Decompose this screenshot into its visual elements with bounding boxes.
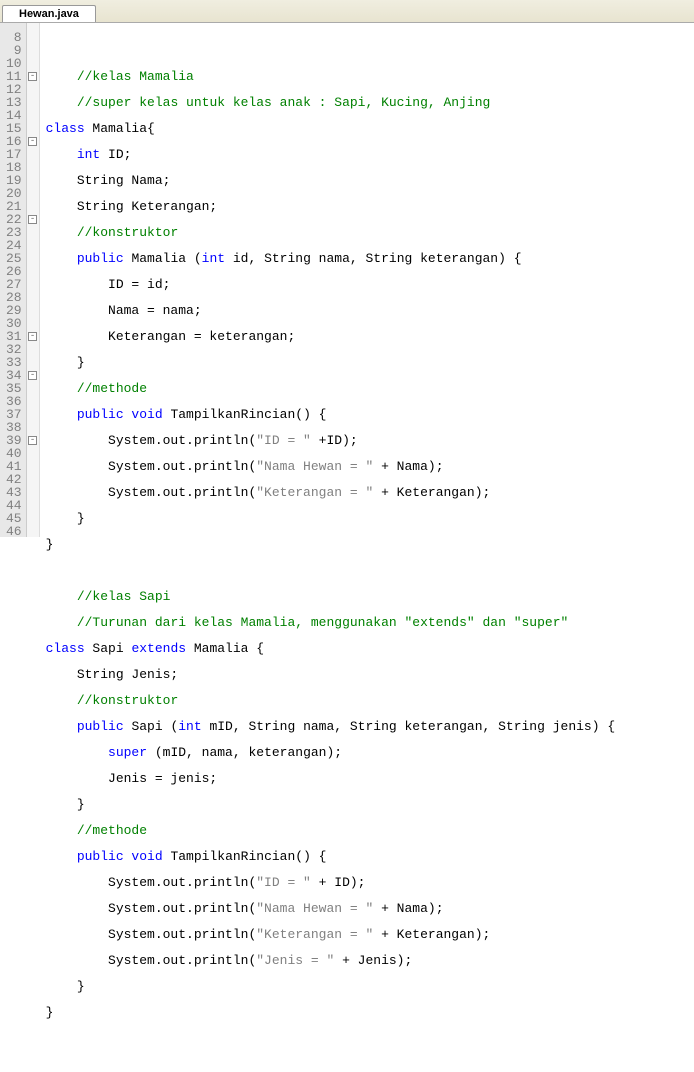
code-line: } bbox=[46, 356, 616, 369]
code-line bbox=[46, 564, 616, 577]
code-line: ID = id; bbox=[46, 278, 616, 291]
code-line: //Turunan dari kelas Mamalia, menggunaka… bbox=[46, 616, 616, 629]
fold-slot bbox=[27, 395, 39, 408]
fold-slot bbox=[27, 343, 39, 356]
code-line: super (mID, nama, keterangan); bbox=[46, 746, 616, 759]
tab-bar: Hewan.java bbox=[0, 0, 694, 23]
fold-slot bbox=[27, 278, 39, 291]
code-line: class Sapi extends Mamalia { bbox=[46, 642, 616, 655]
fold-slot bbox=[27, 486, 39, 499]
code-line: } bbox=[46, 1006, 616, 1019]
code-line: public void TampilkanRincian() { bbox=[46, 850, 616, 863]
code-line: public Sapi (int mID, String nama, Strin… bbox=[46, 720, 616, 733]
fold-slot bbox=[27, 265, 39, 278]
fold-slot bbox=[27, 408, 39, 421]
code-line: public void TampilkanRincian() { bbox=[46, 408, 616, 421]
code-line: int ID; bbox=[46, 148, 616, 161]
fold-slot bbox=[27, 187, 39, 200]
fold-slot bbox=[27, 226, 39, 239]
code-line: //konstruktor bbox=[46, 694, 616, 707]
code-line: } bbox=[46, 980, 616, 993]
code-line: System.out.println("Jenis = " + Jenis); bbox=[46, 954, 616, 967]
fold-slot bbox=[27, 239, 39, 252]
fold-column: - - - - - - bbox=[27, 23, 40, 537]
code-line: Jenis = jenis; bbox=[46, 772, 616, 785]
code-line: public Mamalia (int id, String nama, Str… bbox=[46, 252, 616, 265]
fold-slot bbox=[27, 200, 39, 213]
code-line: //methode bbox=[46, 382, 616, 395]
code-line: Keterangan = keterangan; bbox=[46, 330, 616, 343]
fold-slot: - bbox=[27, 369, 39, 382]
code-line bbox=[46, 1032, 616, 1045]
fold-slot bbox=[27, 252, 39, 265]
fold-toggle-icon[interactable]: - bbox=[28, 371, 37, 380]
fold-slot: - bbox=[27, 330, 39, 343]
fold-slot: - bbox=[27, 135, 39, 148]
code-line: } bbox=[46, 512, 616, 525]
code-line: //konstruktor bbox=[46, 226, 616, 239]
fold-slot bbox=[27, 473, 39, 486]
fold-slot bbox=[27, 291, 39, 304]
fold-toggle-icon[interactable]: - bbox=[28, 332, 37, 341]
fold-slot: - bbox=[27, 70, 39, 83]
fold-slot bbox=[27, 109, 39, 122]
fold-slot bbox=[27, 356, 39, 369]
fold-toggle-icon[interactable]: - bbox=[28, 436, 37, 445]
fold-slot bbox=[27, 174, 39, 187]
code-line: } bbox=[46, 538, 616, 551]
tab-file[interactable]: Hewan.java bbox=[2, 5, 96, 22]
line-gutter: 8910111213141516171819202122232425262728… bbox=[0, 23, 27, 537]
code-line: } bbox=[46, 798, 616, 811]
fold-slot bbox=[27, 83, 39, 96]
fold-slot: - bbox=[27, 213, 39, 226]
fold-slot bbox=[27, 499, 39, 512]
code-line: //methode bbox=[46, 824, 616, 837]
code-line: String Nama; bbox=[46, 174, 616, 187]
code-line bbox=[46, 44, 616, 57]
fold-slot bbox=[27, 57, 39, 70]
fold-slot bbox=[27, 148, 39, 161]
code-line: String Keterangan; bbox=[46, 200, 616, 213]
code-editor[interactable]: 8910111213141516171819202122232425262728… bbox=[0, 23, 694, 537]
line-number: 46 bbox=[6, 525, 22, 538]
fold-slot bbox=[27, 122, 39, 135]
fold-slot: - bbox=[27, 434, 39, 447]
fold-slot bbox=[27, 447, 39, 460]
code-line: //super kelas untuk kelas anak : Sapi, K… bbox=[46, 96, 616, 109]
code-line: System.out.println("Nama Hewan = " + Nam… bbox=[46, 460, 616, 473]
fold-slot bbox=[27, 382, 39, 395]
code-line: System.out.println("ID = " +ID); bbox=[46, 434, 616, 447]
code-line: //kelas Sapi bbox=[46, 590, 616, 603]
fold-slot bbox=[27, 161, 39, 174]
code-line: String Jenis; bbox=[46, 668, 616, 681]
fold-slot bbox=[27, 525, 39, 538]
fold-slot bbox=[27, 304, 39, 317]
fold-slot bbox=[27, 31, 39, 44]
code-line: System.out.println("Keterangan = " + Ket… bbox=[46, 928, 616, 941]
code-line: System.out.println("ID = " + ID); bbox=[46, 876, 616, 889]
code-line: //kelas Mamalia bbox=[46, 70, 616, 83]
code-line: class Mamalia{ bbox=[46, 122, 616, 135]
fold-slot bbox=[27, 421, 39, 434]
code-line: Nama = nama; bbox=[46, 304, 616, 317]
fold-slot bbox=[27, 460, 39, 473]
fold-slot bbox=[27, 317, 39, 330]
fold-slot bbox=[27, 512, 39, 525]
code-area[interactable]: //kelas Mamalia //super kelas untuk kela… bbox=[40, 23, 616, 537]
fold-toggle-icon[interactable]: - bbox=[28, 137, 37, 146]
code-line: System.out.println("Keterangan = " + Ket… bbox=[46, 486, 616, 499]
code-line: System.out.println("Nama Hewan = " + Nam… bbox=[46, 902, 616, 915]
fold-toggle-icon[interactable]: - bbox=[28, 72, 37, 81]
fold-slot bbox=[27, 96, 39, 109]
fold-toggle-icon[interactable]: - bbox=[28, 215, 37, 224]
fold-slot bbox=[27, 44, 39, 57]
